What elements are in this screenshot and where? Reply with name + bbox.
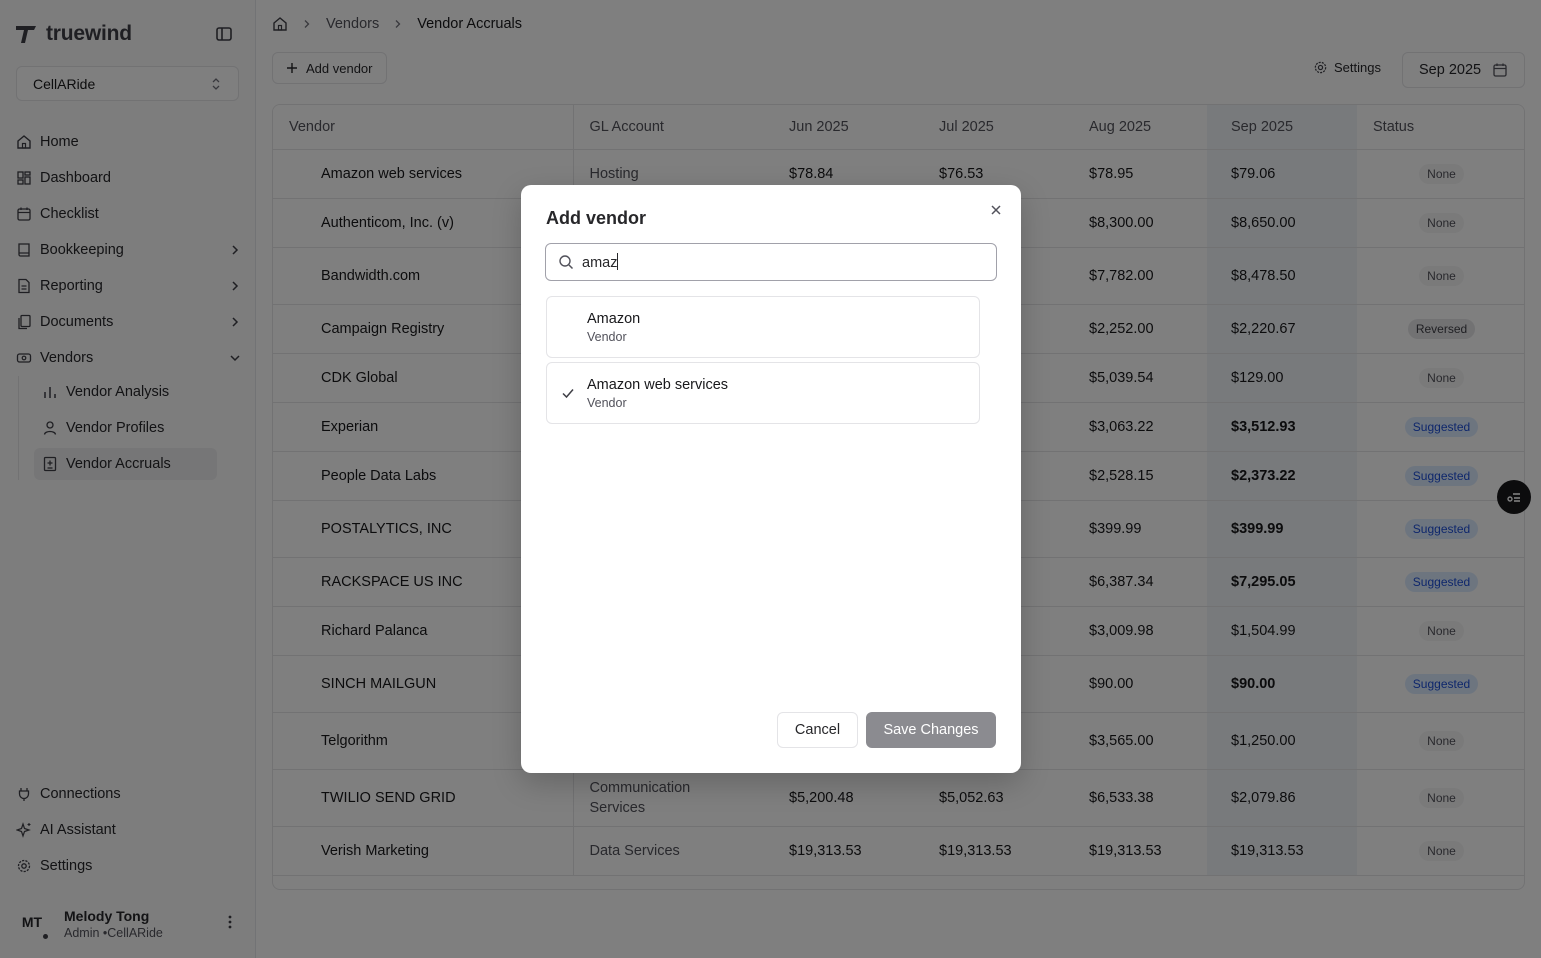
search-result-item[interactable]: Amazon web services Vendor [546, 362, 980, 424]
save-changes-button[interactable]: Save Changes [866, 712, 996, 748]
result-type: Vendor [587, 396, 627, 410]
check-icon [560, 385, 576, 401]
search-value: amaz [582, 253, 619, 271]
text-caret [617, 253, 619, 270]
result-type: Vendor [587, 330, 627, 344]
result-name: Amazon web services [587, 377, 729, 393]
result-name: Amazon [587, 311, 641, 327]
dialog-title: Add vendor [546, 208, 647, 228]
cancel-button[interactable]: Cancel [777, 712, 858, 748]
vendor-search-input[interactable]: amaz [545, 243, 997, 281]
add-vendor-dialog: Add vendor amaz Amazon Vendor Amazon web… [521, 185, 1021, 773]
close-icon[interactable] [988, 202, 1004, 218]
search-result-item[interactable]: Amazon Vendor [546, 296, 980, 358]
search-value-text: amaz [582, 255, 618, 271]
search-icon [558, 254, 574, 270]
